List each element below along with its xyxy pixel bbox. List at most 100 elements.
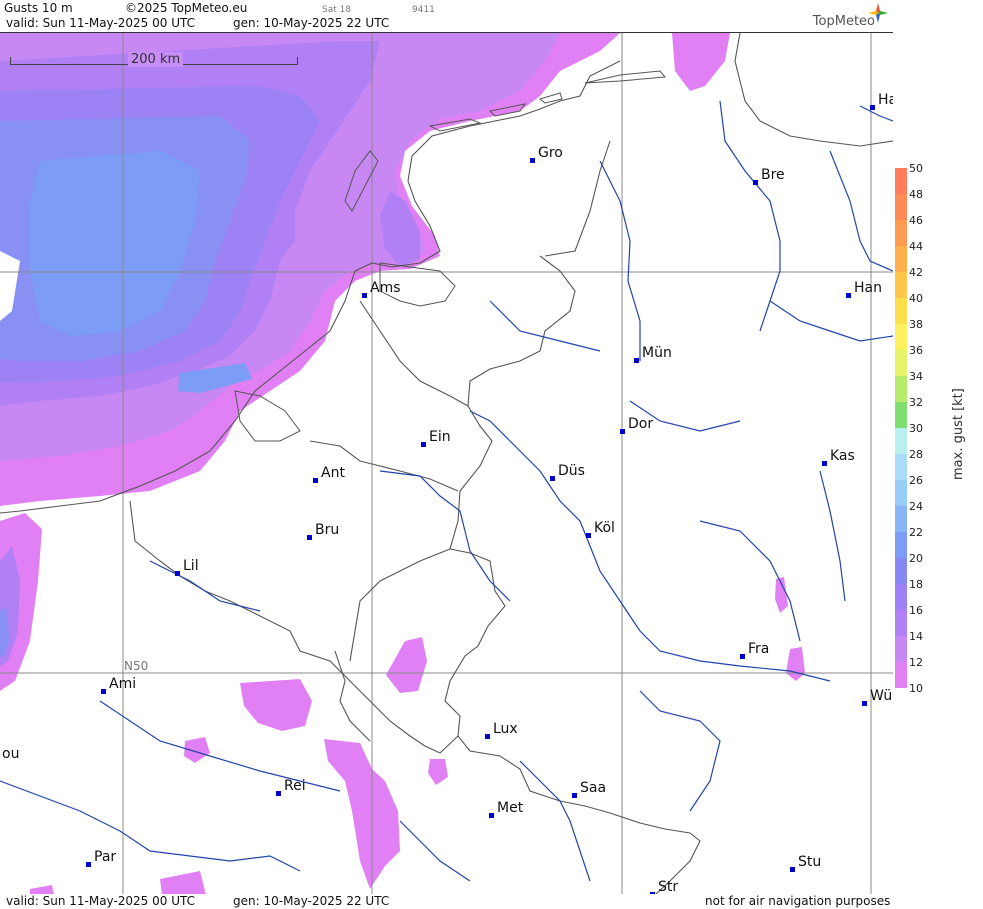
- legend-tick-label: 38: [909, 318, 923, 331]
- city-dor: Dor: [620, 416, 653, 434]
- scale-right-tick: [297, 57, 298, 65]
- legend-tick-label: 16: [909, 604, 923, 617]
- city-marker-icon: [572, 793, 577, 798]
- city-wü: Wü: [862, 688, 892, 706]
- city-fra: Fra: [740, 641, 769, 659]
- legend-swatch: [895, 220, 907, 246]
- city-lux: Lux: [485, 721, 518, 739]
- city-label: Gro: [538, 145, 563, 161]
- legend-swatch: [895, 428, 907, 454]
- copyright: ©2025 TopMeteo.eu: [125, 1, 248, 15]
- legend-tick-label: 18: [909, 578, 923, 591]
- city-marker-icon: [586, 533, 591, 538]
- legend-swatch: [895, 324, 907, 350]
- city-label: Stu: [798, 854, 822, 870]
- city-marker-icon: [870, 105, 875, 110]
- city-label: Dor: [628, 416, 654, 432]
- legend-swatch: [895, 480, 907, 506]
- legend-tick-label: 30: [909, 422, 923, 435]
- sat-label: Sat 18: [322, 5, 352, 15]
- city-label: Köl: [594, 520, 615, 536]
- gust-legend: 50 48 46 44 42 40 38 36 34 32 30 28 26 24 22 20 18 16 14 12…: [893, 0, 983, 909]
- city-label: Ams: [370, 280, 401, 296]
- legend-tick-label: 40: [909, 292, 923, 305]
- legend-swatch: [895, 584, 907, 610]
- city-marker-icon: [862, 701, 867, 706]
- legend-swatch: [895, 662, 907, 688]
- legend-swatch: [895, 350, 907, 376]
- gust-map[interactable]: 200 km N50 Gro Bre Ha Ams Han Mün Dor Ein Kas Ant…: [0, 32, 894, 895]
- legend-swatch: [895, 402, 907, 428]
- city-label: Lil: [183, 558, 199, 574]
- legend-tick-label: 28: [909, 448, 923, 461]
- city-label: Fra: [748, 641, 770, 657]
- city-label: Bru: [315, 522, 340, 538]
- legend-tick-label: 34: [909, 370, 923, 383]
- scale-label: 200 km: [128, 52, 184, 67]
- city-marker-icon: [313, 478, 318, 483]
- city-marker-icon: [421, 442, 426, 447]
- city-label: Par: [94, 849, 117, 865]
- map-canvas[interactable]: [0, 33, 893, 895]
- gust-field: [0, 33, 805, 895]
- city-marker-icon: [175, 571, 180, 576]
- legend-swatch: [895, 454, 907, 480]
- legend-tick-label: 36: [909, 344, 923, 357]
- city-label: Wü: [870, 688, 893, 704]
- scale-left-tick: [10, 57, 11, 65]
- city-marker-icon: [530, 158, 535, 163]
- city-marker-icon: [86, 862, 91, 867]
- city-label: Kas: [830, 448, 855, 464]
- city-bru: Bru: [307, 522, 339, 540]
- legend-tick-label: 46: [909, 214, 923, 227]
- city-ams: Ams: [362, 280, 401, 298]
- legend-tick-label: 20: [909, 552, 923, 565]
- legend-tick-label: 24: [909, 500, 923, 513]
- city-label: Lux: [493, 721, 518, 737]
- brand-logo: TopMeteo: [812, 14, 875, 29]
- city-marker-icon: [276, 791, 281, 796]
- legend-swatch: [895, 558, 907, 584]
- city-label: Ha: [878, 92, 893, 108]
- city-marker-icon: [489, 813, 494, 818]
- city-ou: ou: [0, 746, 19, 764]
- legend-swatch: [895, 194, 907, 220]
- footer-gen-time: gen: 10-May-2025 22 UTC: [233, 894, 390, 908]
- gen-time: gen: 10-May-2025 22 UTC: [233, 16, 390, 30]
- legend-tick-label: 10: [909, 682, 923, 695]
- product-title: Gusts 10 m: [4, 1, 73, 15]
- city-kas: Kas: [822, 448, 855, 466]
- city-marker-icon: [620, 429, 625, 434]
- city-saa: Saa: [572, 780, 606, 798]
- city-marker-icon: [550, 476, 555, 481]
- city-marker-icon: [634, 358, 639, 363]
- city-marker-icon: [846, 293, 851, 298]
- legend-swatch: [895, 636, 907, 662]
- legend-swatch: [895, 610, 907, 636]
- legend-tick-label: 32: [909, 396, 923, 409]
- latitude-label: N50: [124, 659, 149, 673]
- city-rei: Rei: [276, 778, 306, 796]
- legend-swatch: [895, 272, 907, 298]
- city-label: Ami: [109, 676, 137, 692]
- legend-swatch: [895, 298, 907, 324]
- city-lil: Lil: [175, 558, 199, 576]
- map-header: Gusts 10 m ©2025 TopMeteo.eu Sat 18 9411…: [0, 0, 893, 32]
- navigation-disclaimer: not for air navigation purposes: [705, 894, 891, 908]
- city-marker-icon: [753, 180, 758, 185]
- city-label: Met: [497, 800, 524, 816]
- city-han: Han: [846, 280, 882, 298]
- city-düs: Düs: [550, 463, 585, 481]
- footer-valid-time: valid: Sun 11-May-2025 00 UTC: [6, 894, 195, 908]
- city-label: Han: [854, 280, 882, 296]
- city-stu: Stu: [790, 854, 821, 872]
- valid-time: valid: Sun 11-May-2025 00 UTC: [6, 16, 195, 30]
- legend-swatch: [895, 168, 907, 194]
- city-label: Rei: [284, 778, 306, 794]
- city-marker-icon: [790, 867, 795, 872]
- city-met: Met: [489, 800, 523, 818]
- legend-tick-label: 50: [909, 162, 923, 175]
- city-ant: Ant: [313, 465, 345, 483]
- city-gro: Gro: [530, 145, 563, 163]
- city-label: Ein: [429, 429, 451, 445]
